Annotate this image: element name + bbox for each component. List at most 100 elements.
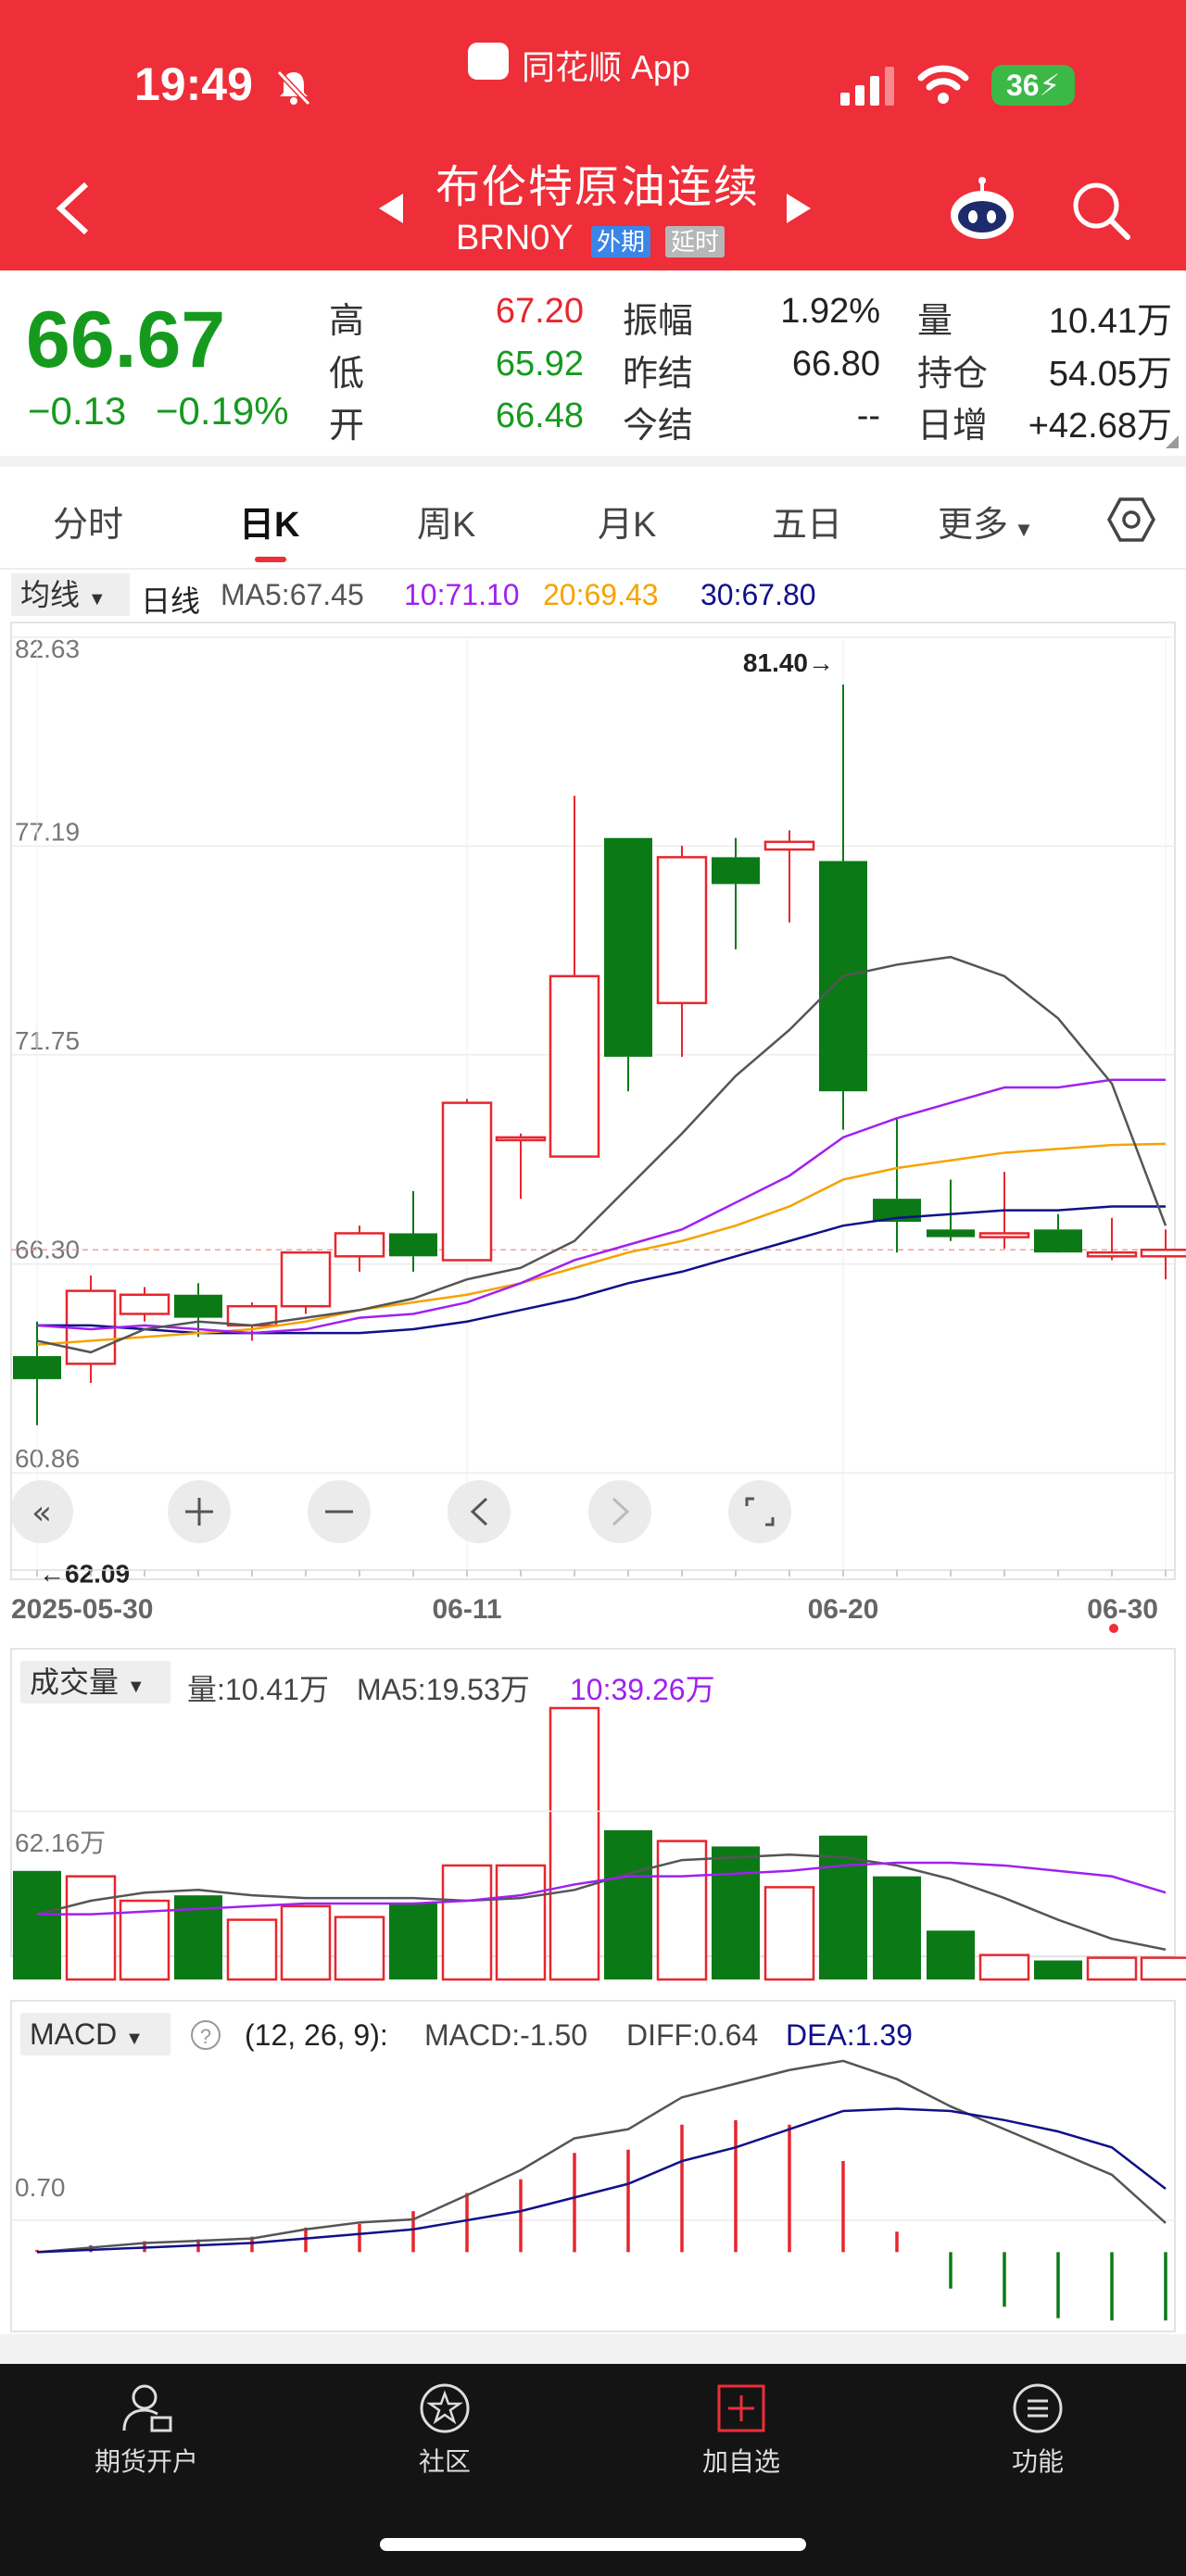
price-change: −0.13 [28, 389, 127, 433]
svg-text:?: ? [200, 2025, 211, 2048]
candle-body [1086, 1250, 1138, 1258]
tab-daily-k[interactable]: 日K [239, 496, 299, 547]
low-value: 65.92 [495, 345, 584, 383]
back-icon[interactable] [51, 181, 97, 236]
prev-settle-label: 昨结 [623, 355, 694, 394]
volume-bar [656, 1840, 708, 1981]
y-axis-label: 77.19 [15, 817, 80, 846]
fullscreen-button[interactable] [728, 1480, 791, 1543]
volume-bar [1034, 1960, 1082, 1979]
tab-monthly-k[interactable]: 月K [598, 496, 656, 547]
candle-body [280, 1250, 332, 1308]
amp-label: 振幅 [623, 302, 694, 341]
candle-body [119, 1293, 170, 1315]
delay-tag: 延时 [665, 226, 725, 258]
dea-value: DEA:1.39 [786, 2018, 913, 2052]
nav-futures-account[interactable]: 期货开户 [63, 2381, 230, 2479]
macd-params: (12, 26, 9): [245, 2018, 388, 2052]
min-price-label: ←62.09 [39, 1560, 130, 1589]
prev-contract-icon[interactable] [375, 190, 407, 227]
scroll-right-button[interactable] [588, 1480, 651, 1543]
chart-controls: « [10, 1480, 791, 1543]
chevron-down-icon: ▼ [126, 1677, 145, 1697]
low-label: 低 [329, 355, 365, 394]
settle-value: -- [856, 396, 880, 435]
tab-more[interactable]: 更多 ▼ [938, 496, 1034, 547]
expand-corner-icon[interactable] [1166, 435, 1179, 448]
ma10-value: 10:71.10 [404, 578, 520, 611]
zoom-in-button[interactable] [168, 1480, 231, 1543]
y-axis-label: 82.63 [15, 635, 80, 663]
volume-axis-label: 62.16万 [15, 1828, 107, 1857]
oi-change-value: +42.68万 [1028, 407, 1172, 446]
zoom-out-button[interactable] [308, 1480, 371, 1543]
volume-bar [280, 1904, 332, 1981]
status-time: 19:49 [134, 58, 253, 110]
nav-add-watchlist[interactable]: 加自选 [658, 2381, 825, 2479]
app-name: 同花顺 App [522, 48, 691, 86]
page-gap [0, 2334, 1186, 2364]
macd-indicator-select[interactable]: MACD ▼ [20, 2013, 170, 2055]
next-contract-icon[interactable] [783, 190, 814, 227]
volume-indicator-select[interactable]: 成交量 ▼ [20, 1661, 170, 1703]
candle-body [495, 1136, 547, 1142]
vol-label: 量 [917, 302, 953, 341]
high-value: 67.20 [495, 292, 584, 331]
last-price: 66.67 [26, 295, 226, 384]
x-axis-label: 06-20 [808, 1594, 879, 1625]
ma20-value: 20:69.43 [543, 578, 659, 611]
chevron-down-icon: ▼ [125, 2029, 144, 2049]
dea-line [36, 2107, 1167, 2254]
ma5-value: MA5:67.45 [221, 578, 364, 611]
add-watchlist-icon [717, 2384, 765, 2432]
app-logo-icon [468, 43, 509, 80]
candle-body [656, 856, 708, 1005]
candle-body [604, 837, 652, 1057]
market-tag: 外期 [591, 226, 651, 258]
x-axis-label: 06-30 [1087, 1594, 1158, 1625]
nav-community[interactable]: 社区 [361, 2381, 528, 2479]
volume-bar [927, 1930, 975, 1979]
settings-icon[interactable] [1107, 496, 1155, 544]
volume-bar [763, 1886, 815, 1981]
candle-body [927, 1229, 975, 1238]
open-value: 66.48 [495, 396, 584, 435]
chevron-down-icon: ▼ [87, 589, 107, 609]
diff-line [36, 2059, 1167, 2254]
price-change-pct: −0.19% [156, 389, 289, 433]
nav-functions[interactable]: 功能 [954, 2381, 1121, 2479]
scroll-left-button[interactable] [448, 1480, 511, 1543]
oi-change-label: 日增 [917, 407, 989, 446]
assistant-robot-icon[interactable] [945, 176, 1019, 243]
chevron-down-icon: ▼ [1008, 518, 1034, 541]
tab-border [0, 568, 1186, 570]
candle-body [174, 1294, 222, 1318]
volume-bar [334, 1916, 385, 1981]
candle-body [763, 840, 815, 851]
candle-body [13, 1356, 61, 1379]
tab-five-day[interactable]: 五日 [772, 496, 842, 547]
y-axis-label: 60.86 [15, 1444, 80, 1473]
page-title: 布伦特原油连续 [435, 163, 760, 212]
help-icon[interactable]: ? [190, 2019, 221, 2051]
candle-body [389, 1233, 437, 1257]
tab-intraday[interactable]: 分时 [53, 496, 123, 547]
candle-body [1034, 1229, 1082, 1253]
diff-value: DIFF:0.64 [626, 2018, 759, 2052]
collapse-left-button[interactable]: « [10, 1480, 73, 1543]
ma-indicator-select[interactable]: 均线 ▼ [11, 573, 130, 616]
macd-axis-label: 0.70 [15, 2173, 66, 2202]
search-icon[interactable] [1070, 180, 1131, 241]
open-label: 开 [329, 407, 365, 446]
volume-bar [226, 1918, 278, 1981]
candle-body [549, 974, 600, 1158]
candle-body [334, 1232, 385, 1258]
wifi-icon [917, 65, 969, 104]
tab-weekly-k[interactable]: 周K [417, 496, 475, 547]
volume-bar [441, 1864, 493, 1981]
high-label: 高 [329, 302, 365, 341]
x-axis-label: 2025-05-30 [11, 1594, 153, 1625]
volume-bar [712, 1846, 760, 1979]
volume-bar [389, 1903, 437, 1979]
x-axis-label: 06-11 [432, 1594, 501, 1625]
